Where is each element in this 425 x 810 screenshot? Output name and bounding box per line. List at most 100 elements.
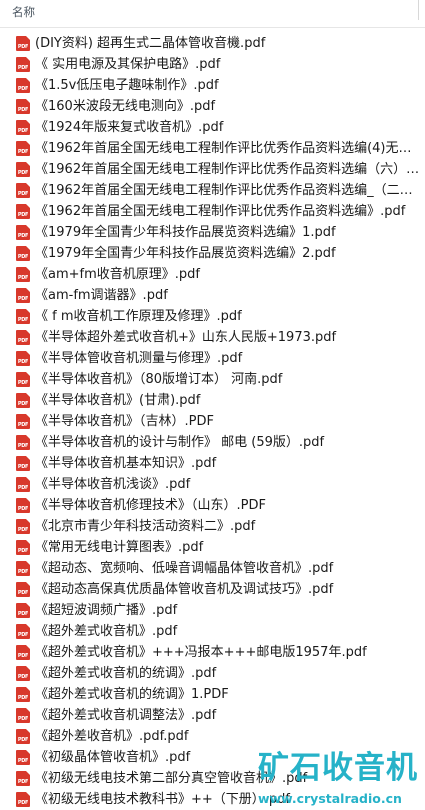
pdf-file-icon: PDF bbox=[16, 603, 30, 618]
file-name: 《半导体收音机的设计与制作》 邮电 (59版）.pdf bbox=[35, 435, 325, 450]
pdf-file-icon: PDF bbox=[16, 57, 30, 72]
pdf-file-icon: PDF bbox=[16, 120, 30, 135]
pdf-file-icon: PDF bbox=[16, 288, 30, 303]
pdf-file-icon: PDF bbox=[16, 246, 30, 261]
file-row[interactable]: PDF 《超外差收音机》.pdf.pdf bbox=[0, 726, 425, 747]
file-name: 《1979年全国青少年科技作品展览资料选编》2.pdf bbox=[35, 246, 336, 261]
file-name: 《1962年首届全国无线电工程制作评比优秀作品资料选编（六）电子... bbox=[35, 162, 420, 177]
file-row[interactable]: PDF 《超外差式收音机》+++冯报本+++邮电版1957年.pdf bbox=[0, 642, 425, 663]
pdf-file-icon: PDF bbox=[16, 624, 30, 639]
file-row[interactable]: PDF 《超外差式收音机的统调》1.PDF bbox=[0, 684, 425, 705]
pdf-file-icon: PDF bbox=[16, 456, 30, 471]
file-name: 《 f m收音机工作原理及修理》.pdf bbox=[35, 309, 242, 324]
file-name: 《am+fm收音机原理》.pdf bbox=[35, 267, 200, 282]
file-name: 《160米波段无线电测向》.pdf bbox=[35, 99, 216, 114]
file-row[interactable]: PDF 《am-fm调谐器》.pdf bbox=[0, 285, 425, 306]
file-row[interactable]: PDF 《超短波调频广播》.pdf bbox=[0, 600, 425, 621]
pdf-file-icon: PDF bbox=[16, 204, 30, 219]
column-divider[interactable] bbox=[418, 0, 419, 20]
file-row[interactable]: PDF 《半导体收音机的设计与制作》 邮电 (59版）.pdf bbox=[0, 432, 425, 453]
watermark-url: www.crystalradio.cn bbox=[258, 791, 402, 806]
file-name: 《1.5v低压电子趣味制作》.pdf bbox=[35, 78, 219, 93]
pdf-file-icon: PDF bbox=[16, 414, 30, 429]
pdf-file-icon: PDF bbox=[16, 561, 30, 576]
file-name: 《半导体收音机浅谈》.pdf bbox=[35, 477, 191, 492]
pdf-file-icon: PDF bbox=[16, 792, 30, 807]
pdf-file-icon: PDF bbox=[16, 477, 30, 492]
file-row[interactable]: PDF 《1962年首届全国无线电工程制作评比优秀作品资料选编_（二）_电... bbox=[0, 180, 425, 201]
file-row[interactable]: PDF 《1979年全国青少年科技作品展览资料选编》1.pdf bbox=[0, 222, 425, 243]
pdf-file-icon: PDF bbox=[16, 687, 30, 702]
file-name: 《 实用电源及其保护电路》.pdf bbox=[35, 57, 221, 72]
file-row[interactable]: PDF 《160米波段无线电测向》.pdf bbox=[0, 96, 425, 117]
file-row[interactable]: PDF 《am+fm收音机原理》.pdf bbox=[0, 264, 425, 285]
file-name: 《am-fm调谐器》.pdf bbox=[35, 288, 168, 303]
file-row[interactable]: PDF 《1962年首届全国无线电工程制作评比优秀作品资料选编(4)无线电测... bbox=[0, 138, 425, 159]
file-name: 《半导体收音机》（吉林）.PDF bbox=[35, 414, 214, 429]
pdf-file-icon: PDF bbox=[16, 498, 30, 513]
pdf-file-icon: PDF bbox=[16, 99, 30, 114]
file-row[interactable]: PDF 《1979年全国青少年科技作品展览资料选编》2.pdf bbox=[0, 243, 425, 264]
file-name: 《1924年版来复式收音机》.pdf bbox=[35, 120, 224, 135]
pdf-file-icon: PDF bbox=[16, 330, 30, 345]
file-row[interactable]: PDF 《1924年版来复式收音机》.pdf bbox=[0, 117, 425, 138]
file-name: 《半导体管收音机测量与修理》.pdf bbox=[35, 351, 243, 366]
file-name: 《超外差式收音机调整法》.pdf bbox=[35, 708, 217, 723]
file-row[interactable]: PDF 《超动态、宽频响、低噪音调幅晶体管收音机》.pdf bbox=[0, 558, 425, 579]
file-row[interactable]: PDF 《超动态高保真优质晶体管收音机及调试技巧》.pdf bbox=[0, 579, 425, 600]
file-row[interactable]: PDF 《1.5v低压电子趣味制作》.pdf bbox=[0, 75, 425, 96]
file-name: 《1962年首届全国无线电工程制作评比优秀作品资料选编_（二）_电... bbox=[35, 183, 420, 198]
file-name: 《半导体收音机》（80版增订本） 河南.pdf bbox=[35, 372, 283, 387]
file-row[interactable]: PDF 《 实用电源及其保护电路》.pdf bbox=[0, 54, 425, 75]
file-row[interactable]: PDF 《1962年首届全国无线电工程制作评比优秀作品资料选编（六）电子... bbox=[0, 159, 425, 180]
pdf-file-icon: PDF bbox=[16, 141, 30, 156]
file-name: 《半导体收音机》(甘肃).pdf bbox=[35, 393, 201, 408]
file-row[interactable]: PDF 《 f m收音机工作原理及修理》.pdf bbox=[0, 306, 425, 327]
file-row[interactable]: PDF 《北京市青少年科技活动资料二》.pdf bbox=[0, 516, 425, 537]
file-row[interactable]: PDF 《超外差式收音机调整法》.pdf bbox=[0, 705, 425, 726]
file-name: 《超动态、宽频响、低噪音调幅晶体管收音机》.pdf bbox=[35, 561, 334, 576]
file-row[interactable]: PDF 《半导体收音机》（吉林）.PDF bbox=[0, 411, 425, 432]
watermark: 矿石收音机 www.crystalradio.cn bbox=[258, 748, 425, 810]
name-column-header[interactable]: 名称 bbox=[12, 4, 35, 20]
file-row[interactable]: PDF 《半导体超外差式收音机+》山东人民版+1973.pdf bbox=[0, 327, 425, 348]
file-row[interactable]: PDF 《1962年首届全国无线电工程制作评比优秀作品资料选编》.pdf bbox=[0, 201, 425, 222]
pdf-file-icon: PDF bbox=[16, 666, 30, 681]
file-row[interactable]: PDF 《超外差式收音机的统调》.pdf bbox=[0, 663, 425, 684]
file-row[interactable]: PDF 《常用无线电计算图表》.pdf bbox=[0, 537, 425, 558]
pdf-file-icon: PDF bbox=[16, 708, 30, 723]
pdf-file-icon: PDF bbox=[16, 582, 30, 597]
file-name: (DIY资料) 超再生式二晶体管收音機.pdf bbox=[35, 36, 266, 51]
file-name: 《超外差式收音机的统调》.pdf bbox=[35, 666, 217, 681]
file-row[interactable]: PDF 《半导体收音机修理技术》（山东）.PDF bbox=[0, 495, 425, 516]
pdf-file-icon: PDF bbox=[16, 309, 30, 324]
pdf-file-icon: PDF bbox=[16, 540, 30, 555]
file-row[interactable]: PDF 《半导体收音机》（80版增订本） 河南.pdf bbox=[0, 369, 425, 390]
file-name: 《北京市青少年科技活动资料二》.pdf bbox=[35, 519, 256, 534]
pdf-file-icon: PDF bbox=[16, 36, 30, 51]
column-header: 名称 bbox=[0, 0, 425, 28]
pdf-file-icon: PDF bbox=[16, 267, 30, 282]
pdf-file-icon: PDF bbox=[16, 183, 30, 198]
watermark-brand: 矿石收音机 bbox=[258, 750, 418, 786]
pdf-file-icon: PDF bbox=[16, 750, 30, 765]
pdf-file-icon: PDF bbox=[16, 393, 30, 408]
pdf-file-icon: PDF bbox=[16, 162, 30, 177]
pdf-file-icon: PDF bbox=[16, 351, 30, 366]
file-row[interactable]: PDF 《半导体收音机》(甘肃).pdf bbox=[0, 390, 425, 411]
pdf-file-icon: PDF bbox=[16, 519, 30, 534]
file-name: 《1962年首届全国无线电工程制作评比优秀作品资料选编》.pdf bbox=[35, 204, 406, 219]
file-name: 《1962年首届全国无线电工程制作评比优秀作品资料选编(4)无线电测... bbox=[35, 141, 420, 156]
file-name: 《超动态高保真优质晶体管收音机及调试技巧》.pdf bbox=[35, 582, 334, 597]
pdf-file-icon: PDF bbox=[16, 729, 30, 744]
pdf-file-icon: PDF bbox=[16, 435, 30, 450]
file-row[interactable]: PDF 《超外差式收音机》.pdf bbox=[0, 621, 425, 642]
file-row[interactable]: PDF 《半导体管收音机测量与修理》.pdf bbox=[0, 348, 425, 369]
file-row[interactable]: PDF 《半导体收音机基本知识》.pdf bbox=[0, 453, 425, 474]
file-row[interactable]: PDF 《半导体收音机浅谈》.pdf bbox=[0, 474, 425, 495]
file-name: 《超外差式收音机》.pdf bbox=[35, 624, 178, 639]
pdf-file-icon: PDF bbox=[16, 225, 30, 240]
pdf-file-icon: PDF bbox=[16, 645, 30, 660]
file-row[interactable]: PDF (DIY资料) 超再生式二晶体管收音機.pdf bbox=[0, 33, 425, 54]
pdf-file-icon: PDF bbox=[16, 372, 30, 387]
